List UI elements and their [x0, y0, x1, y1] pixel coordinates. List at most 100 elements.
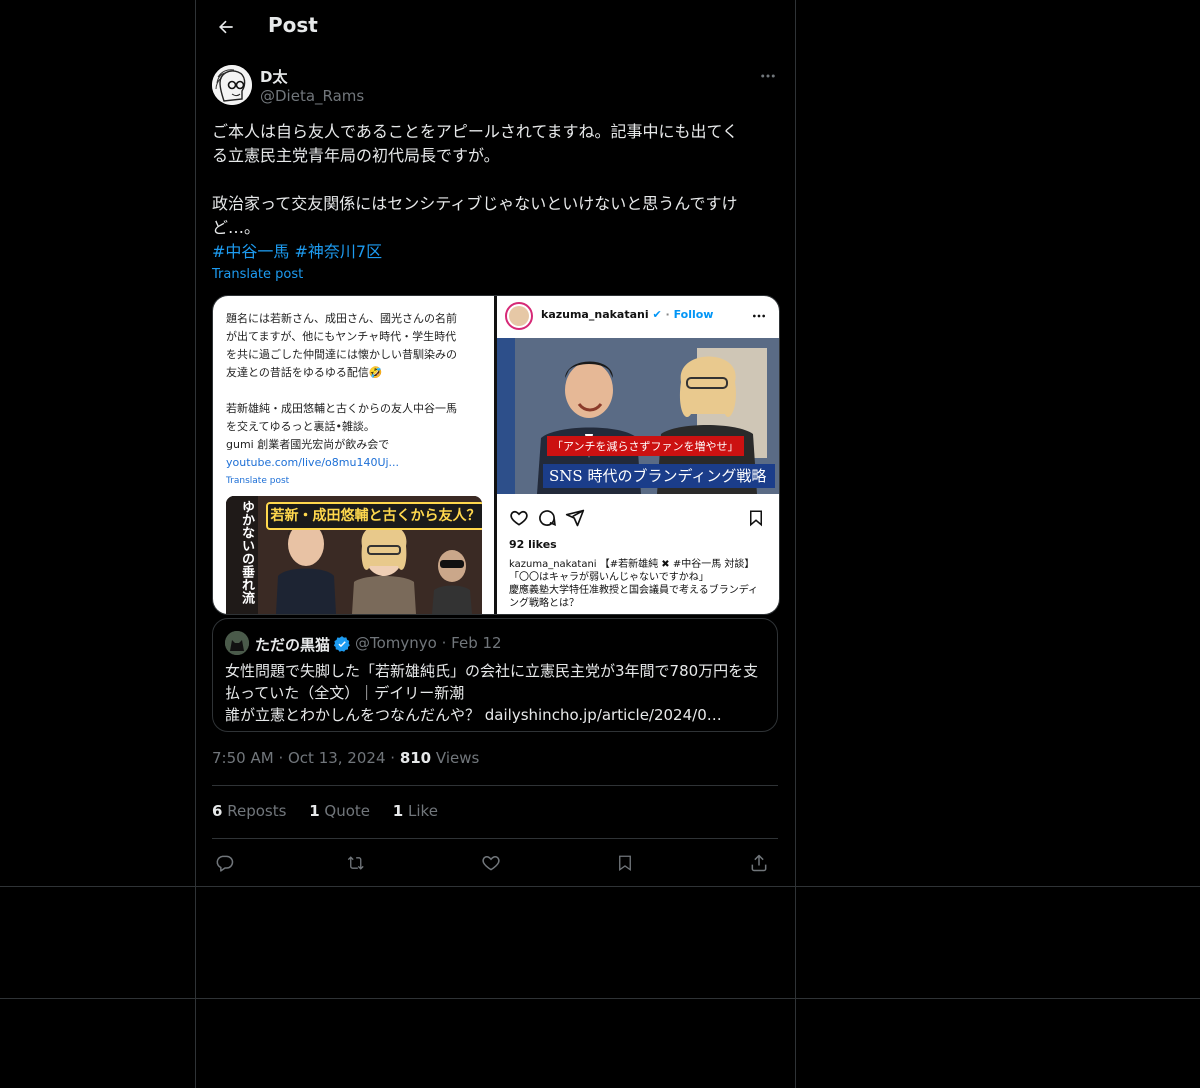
likes-count: 1: [392, 802, 404, 820]
section-divider: [0, 886, 1200, 887]
more-options-button[interactable]: [756, 66, 780, 86]
post-text-line: る立憲民主党青年局の初代局長ですが。: [212, 146, 500, 165]
quoted-text: 女性問題で失脚した「若新雄純氏」の会社に立憲民主党が3年間で780万円を支 払っ…: [225, 660, 765, 726]
hashtags: #中谷一馬 #神奈川7区: [212, 240, 382, 264]
quoted-handle-date: @Tomynyo · Feb 12: [355, 634, 502, 652]
cat-avatar-icon: [225, 631, 249, 655]
quoted-author-name: ただの黒猫: [255, 636, 331, 654]
post-text-line: [212, 168, 780, 192]
quoted-post[interactable]: ただの黒猫 @Tomynyo · Feb 12 女性問題で失脚した「若新雄純氏」…: [212, 618, 778, 732]
share-icon: [565, 509, 585, 527]
media-image-left[interactable]: 題名には若新さん、成田さん、國光さんの名前 が出てますが、他にもヤンチャ時代・学…: [213, 296, 494, 614]
action-bar: [212, 850, 778, 876]
instagram-likes: 92 likes: [509, 538, 557, 551]
embedded-post-text: 題名には若新さん、成田さん、國光さんの名前 が出てますが、他にもヤンチャ時代・学…: [226, 310, 484, 490]
avatar[interactable]: [212, 65, 252, 105]
post-time[interactable]: 7:50 AM: [212, 749, 274, 767]
repost-icon: [347, 856, 364, 870]
caption-line: kazuma_nakatani 【#若新雄純 ✖ #中谷一馬 対談】: [509, 559, 755, 570]
back-button[interactable]: [210, 11, 242, 43]
reposts-label: Reposts: [227, 802, 287, 820]
embedded-translate: Translate post: [226, 476, 290, 486]
instagram-avatar-icon: [505, 302, 533, 330]
comment-icon: [539, 510, 556, 526]
instagram-caption: kazuma_nakatani 【#若新雄純 ✖ #中谷一馬 対談】 「〇〇はキ…: [509, 558, 771, 610]
quoted-handle: @Tomynyo: [355, 634, 437, 652]
likes-label: Like: [408, 802, 438, 820]
divider: [212, 838, 778, 839]
embedded-text-line: を交えてゆるっと裏話•雑談。: [226, 420, 375, 433]
engagement-stats: 6 Reposts 1 Quote 1 Like: [212, 802, 456, 820]
embedded-text-line: を共に過ごした仲間達には懐かしい昔馴染みの: [226, 348, 457, 361]
reply-icon: [216, 855, 234, 872]
embedded-text-line: 若新雄純・成田悠輔と古くからの友人中谷一馬: [226, 402, 457, 415]
quoted-text-line: 払っていた（全文）｜デイリー新潮: [225, 684, 465, 702]
instagram-user: kazuma_nakatani ✔ · Follow: [541, 308, 714, 321]
instagram-header: kazuma_nakatani ✔ · Follow: [497, 296, 779, 336]
avatar-portrait-icon: [212, 65, 252, 105]
reposts-stat[interactable]: 6 Reposts: [212, 802, 286, 820]
video-subtitle: 「アンチを減らさずファンを増やせ」: [547, 436, 744, 456]
thumbnail-banner: 若新・成田悠輔と古くから友人？: [266, 502, 482, 530]
bookmark-icon: [750, 510, 762, 527]
more-horizontal-icon: [753, 314, 765, 318]
embedded-text-line: gumi 創業者國光宏尚が飲み会で: [226, 438, 390, 451]
repost-button[interactable]: [344, 850, 370, 876]
instagram-username: kazuma_nakatani: [541, 308, 649, 321]
translate-post-link[interactable]: Translate post: [212, 267, 303, 282]
thumbnail-vertical-text: ゆかないの垂れ流: [239, 500, 254, 604]
reply-button[interactable]: [212, 850, 238, 876]
embedded-text-line: が出てますが、他にもヤンチャ時代・学生時代: [226, 330, 457, 343]
post-meta: 7:50 AM · Oct 13, 2024 · 810 Views: [212, 749, 480, 767]
video-banner: SNS 時代のブランディング戦略: [543, 464, 775, 488]
instagram-video-frame: 「アンチを減らさずファンを増やせ」 SNS 時代のブランディング戦略: [497, 338, 779, 494]
like-button[interactable]: [478, 850, 504, 876]
post-media[interactable]: 題名には若新さん、成田さん、國光さんの名前 が出てますが、他にもヤンチャ時代・学…: [212, 295, 780, 615]
caption-line: 慶應義塾大学特任准教授と国会議員で考えるブランディ: [509, 585, 758, 596]
post-date[interactable]: Oct 13, 2024: [288, 749, 386, 767]
hashtag-link[interactable]: #神奈川7区: [295, 242, 383, 261]
heart-icon: [482, 855, 500, 871]
share-button[interactable]: [746, 850, 772, 876]
author-name[interactable]: D太: [260, 66, 287, 87]
video-thumbnail: 若新・成田悠輔と古くから友人？ ゆかないの垂れ流: [226, 496, 482, 614]
quoted-text-line: 女性問題で失脚した「若新雄純氏」の会社に立憲民主党が3年間で780万円を支: [225, 662, 759, 680]
post-text-line: 政治家って交友関係にはセンシティブじゃないといけないと思うんですけ: [212, 194, 738, 213]
more-horizontal-icon: [761, 74, 775, 78]
caption-line: 「〇〇はキャラが弱いんじゃないですかね」: [509, 572, 709, 583]
instagram-follow: Follow: [673, 308, 714, 321]
main-column: Post D太 @Dieta_Rams ご本人は自ら友人であることをアピールされ…: [195, 0, 796, 1088]
media-image-right[interactable]: kazuma_nakatani ✔ · Follow 「アンチを減らさずファンを…: [497, 296, 779, 614]
bookmark-icon: [619, 855, 631, 872]
quoted-date: Feb 12: [451, 634, 502, 652]
instagram-actions: [509, 506, 767, 530]
post-text-line: ど…。: [212, 218, 261, 237]
post-header: Post: [196, 0, 795, 53]
embedded-link: youtube.com/live/o8mu140Uj...: [226, 456, 400, 469]
quotes-stat[interactable]: 1 Quote: [309, 802, 370, 820]
divider: [212, 785, 778, 786]
heart-icon: [510, 510, 528, 526]
page-title: Post: [268, 13, 318, 37]
quoted-avatar: [225, 631, 249, 655]
embedded-text-line: 友達との昔話をゆるゆる配信🤣: [226, 366, 383, 379]
likes-stat[interactable]: 1 Like: [393, 802, 438, 820]
verified-badge-icon: [333, 636, 350, 652]
views-count: 810: [399, 749, 432, 767]
embedded-text-line: 題名には若新さん、成田さん、國光さんの名前: [226, 312, 457, 325]
author-handle[interactable]: @Dieta_Rams: [260, 87, 364, 105]
views-label: Views: [435, 749, 480, 767]
embedded-text-line: [226, 382, 484, 400]
hashtag-link[interactable]: #中谷一馬: [212, 242, 289, 261]
quotes-label: Quote: [324, 802, 371, 820]
bookmark-button[interactable]: [612, 850, 638, 876]
arrow-left-icon: [219, 20, 233, 34]
post-text-line: ご本人は自ら友人であることをアピールされてますね。記事中にも出てく: [212, 122, 739, 141]
caption-line: ング戦略とは？: [509, 598, 579, 609]
reposts-count: 6: [212, 802, 223, 820]
quotes-count: 1: [309, 802, 320, 820]
section-divider: [0, 998, 1200, 999]
quoted-text-line: 誰が立憲とわかしんをつなんだんや？ dailyshincho.jp/articl…: [225, 706, 722, 724]
verified-badge-icon: ✔: [652, 308, 662, 321]
share-icon: [751, 854, 767, 872]
